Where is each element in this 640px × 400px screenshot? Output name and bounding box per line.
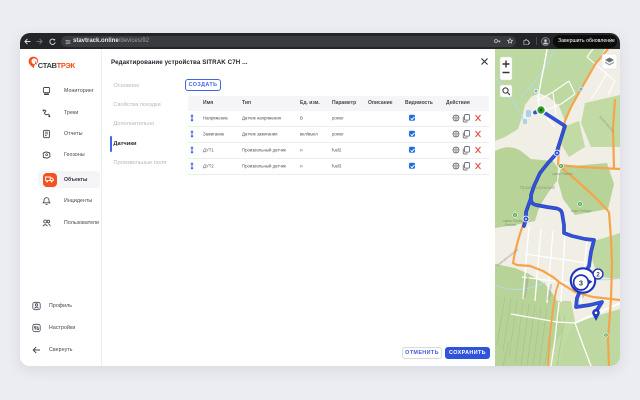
svg-text:парк Победы: парк Победы	[571, 209, 592, 213]
svg-text:сквер Ракеты: сквер Ракеты	[552, 172, 574, 176]
svg-text:Промышленный: Промышленный	[520, 184, 555, 190]
svg-text:3: 3	[579, 278, 583, 287]
svg-text:ТРЭК: ТРЭК	[57, 61, 76, 70]
svg-text:СТАВ: СТАВ	[38, 61, 58, 70]
svg-text:России: России	[505, 223, 516, 227]
